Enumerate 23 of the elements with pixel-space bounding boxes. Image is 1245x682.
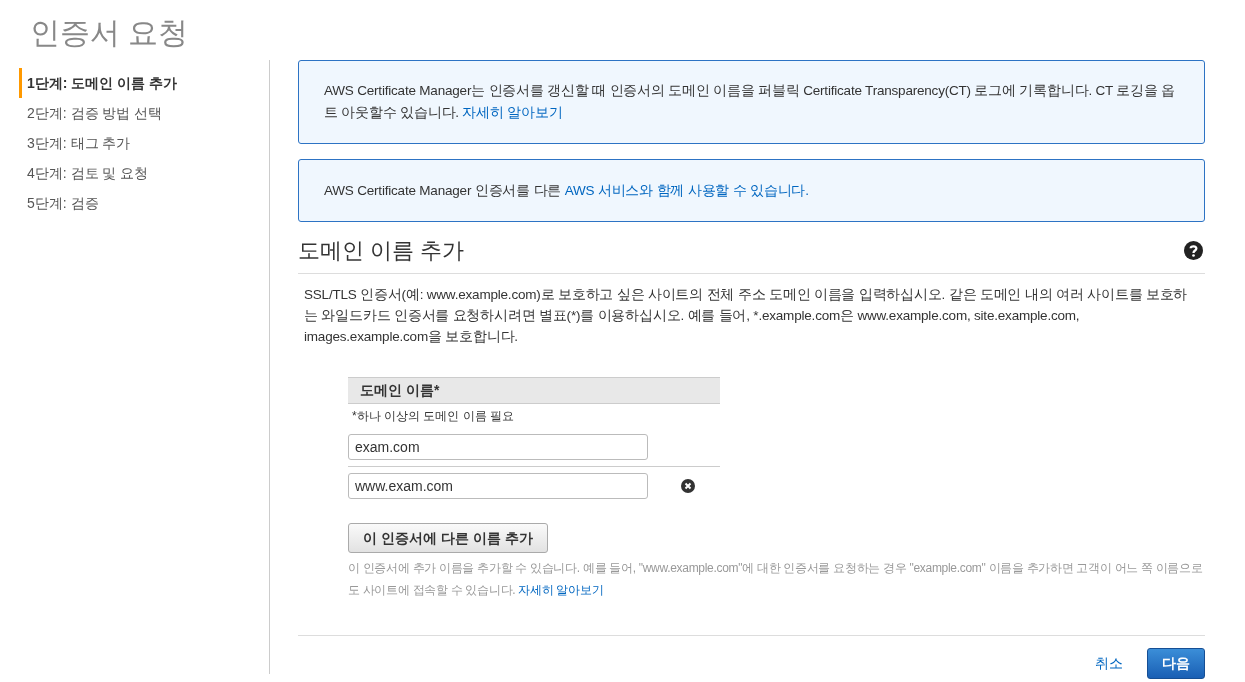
help-link[interactable]: 자세히 알아보기 <box>518 583 604 597</box>
help-icon[interactable] <box>1184 241 1203 260</box>
domain-input[interactable]: www.exam.com <box>348 473 648 499</box>
section-description: SSL/TLS 인증서(예: www.example.com)로 보호하고 싶은 사이트의 전체 주소 도메인 이름을 입력하십시오. 같은 도메인 내의 여러 사이트를 보호하는 와일드카드 인증서를 요청하시려면 별표(*)를 이용하십시오. 예를 들어, *.example.com은 www.example.com, site.example.com, images.example.com을 보호합니다. <box>303 286 1189 346</box>
notice-text: AWS Certificate Manager 인증서를 다른 AWS 서비스와 함께 사용할 수 있습니다. <box>324 181 809 200</box>
step-item[interactable]: 5단계: 검증 <box>19 188 99 218</box>
step-item[interactable]: 2단계: 검증 방법 선택 <box>19 98 163 128</box>
notice-link[interactable]: 자세히 알아보기 <box>462 105 563 120</box>
section-title: 도메인 이름 추가 <box>298 237 465 265</box>
next-button[interactable]: 다음 <box>1147 648 1205 679</box>
remove-icon[interactable] <box>681 479 695 493</box>
notice-link[interactable]: AWS 서비스와 함께 사용할 수 있습니다. <box>564 182 809 198</box>
step-item[interactable]: 1단계: 도메인 이름 추가 <box>19 68 178 98</box>
domain-input[interactable]: exam.com <box>348 434 648 460</box>
table-header: 도메인 이름* <box>348 377 720 404</box>
hint-text: *하나 이상의 도메인 이름 필요 <box>351 408 515 425</box>
notice-text: AWS Certificate Manager는 인증서를 갱신할 때 인증서의 도메인 이름을 퍼블릭 Certificate Transparency(CT) 로그에 기록합니다. CT 로깅을 옵트 아웃할수 있습니다. 자세히 알아보기 <box>324 82 1177 122</box>
add-name-help: 이 인증서에 추가 이름을 추가할 수 있습니다. 예를 들어, "www.example.com"에 대한 인증서를 요청하는 경우 "example.com" 이름을 추가하면 고객이 어느 쪽 이름으로도 사이트에 접속할 수 있습니다. 자세히 알아보기 <box>348 560 1204 599</box>
page-title: 인증서 요청 <box>30 15 189 51</box>
add-name-button[interactable]: 이 인증서에 다른 이름 추가 <box>348 523 548 553</box>
step-item[interactable]: 3단계: 태그 추가 <box>19 128 131 158</box>
step-item[interactable]: 4단계: 검토 및 요청 <box>19 158 149 188</box>
cancel-link[interactable]: 취소 <box>1095 653 1123 674</box>
